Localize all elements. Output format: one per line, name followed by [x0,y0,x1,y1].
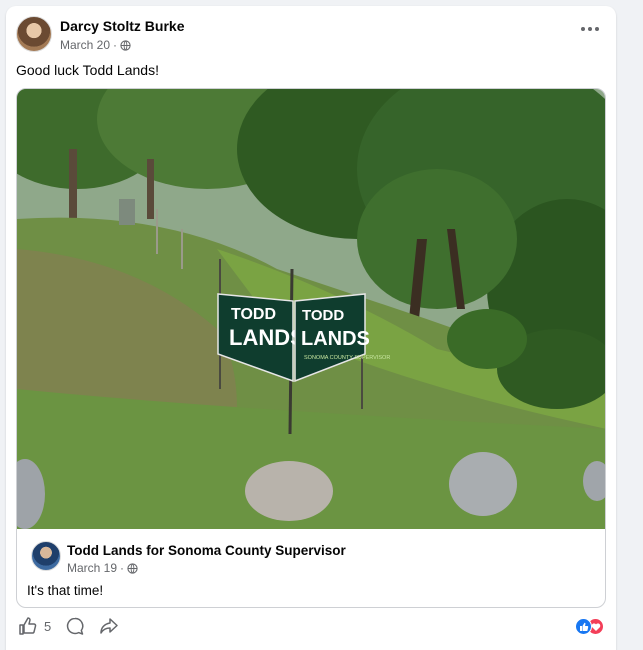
comment-button[interactable] [65,616,85,636]
author-avatar[interactable] [16,16,52,52]
shared-post-date[interactable]: March 19 [67,561,117,575]
like-reaction-icon [575,618,592,635]
sign-right-line3: SONOMA COUNTY SUPERVISOR [304,355,390,361]
globe-icon [120,39,131,51]
post-card: Darcy Stoltz Burke March 20 · Good luck … [6,6,616,650]
sign-left-line2: LANDS [229,325,305,350]
post-meta: March 20 · [60,38,131,52]
meta-separator: · [113,38,118,52]
meta-separator: · [120,561,125,575]
like-count: 5 [44,618,52,634]
post-date[interactable]: March 20 [60,38,110,52]
shared-post-text: It's that time! [27,583,104,598]
post-text: Good luck Todd Lands! [16,62,159,78]
shared-post[interactable]: TODD LANDS TODD LANDS SONOMA COUNTY SUPE… [16,88,606,608]
shared-post-meta: March 19 · [67,561,138,575]
share-button[interactable] [99,616,119,636]
like-button[interactable]: 5 [18,616,51,636]
comment-icon [67,617,84,635]
reactions-summary[interactable] [575,618,604,635]
shared-photo[interactable]: TODD LANDS TODD LANDS SONOMA COUNTY SUPE… [17,89,606,529]
sign-right-line2: LANDS [301,328,370,350]
thumbs-up-icon [19,617,37,635]
globe-icon [127,562,138,574]
author-name[interactable]: Darcy Stoltz Burke [60,18,184,34]
sign-left-line1: TODD [231,306,276,323]
shared-author-name[interactable]: Todd Lands for Sonoma County Supervisor [67,543,346,558]
action-bar: 5 [18,616,119,636]
more-options-icon[interactable] [580,22,600,36]
shared-author-avatar[interactable] [31,541,61,571]
sign-right-line1: TODD [302,307,344,324]
share-icon [100,618,118,634]
